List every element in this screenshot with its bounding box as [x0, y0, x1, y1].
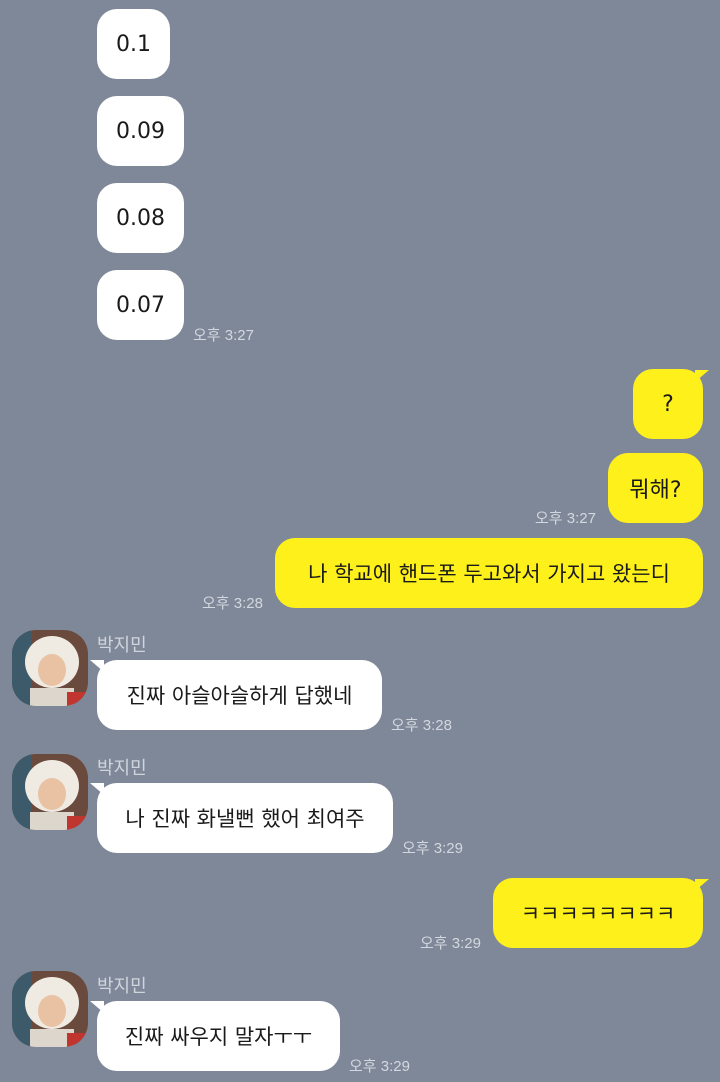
avatar-image — [12, 754, 88, 830]
message-bubble-incoming[interactable]: 0.07 — [97, 270, 184, 340]
message-bubble-incoming[interactable]: 0.1 — [97, 9, 170, 79]
message-text: 0.07 — [116, 292, 165, 318]
sender-name: 박지민 — [97, 635, 147, 656]
message-bubble-incoming[interactable]: 0.08 — [97, 183, 184, 253]
message-text: 뭐해? — [629, 478, 682, 503]
timestamp: 오후 3:29 — [402, 840, 463, 857]
message-bubble-outgoing[interactable]: ? — [633, 369, 703, 439]
message-text: 진짜 아슬아슬하게 답했네 — [126, 684, 353, 708]
avatar-image — [12, 971, 88, 1047]
message-text: 0.1 — [116, 31, 151, 57]
message-bubble-incoming[interactable]: 진짜 아슬아슬하게 답했네 — [97, 660, 382, 730]
message-bubble-incoming[interactable]: 나 진짜 화낼뻔 했어 최여주 — [97, 783, 393, 853]
sender-name: 박지민 — [97, 976, 147, 997]
message-bubble-outgoing[interactable]: 뭐해? — [608, 453, 703, 523]
message-text: 0.08 — [116, 205, 165, 231]
bubble-tail — [695, 370, 709, 382]
message-text: 진짜 싸우지 말자ㅜㅜ — [124, 1025, 313, 1049]
bubble-tail — [695, 879, 709, 891]
timestamp: 오후 3:28 — [202, 595, 263, 612]
message-bubble-outgoing[interactable]: ㅋㅋㅋㅋㅋㅋㅋㅋ — [493, 878, 703, 948]
message-text: ㅋㅋㅋㅋㅋㅋㅋㅋ — [520, 902, 676, 926]
message-bubble-outgoing[interactable]: 나 학교에 핸드폰 두고와서 가지고 왔는디 — [275, 538, 703, 608]
timestamp: 오후 3:29 — [420, 935, 481, 952]
message-bubble-incoming[interactable]: 진짜 싸우지 말자ㅜㅜ — [97, 1001, 340, 1071]
message-text: 나 학교에 핸드폰 두고와서 가지고 왔는디 — [308, 562, 670, 586]
avatar[interactable] — [12, 971, 88, 1047]
message-text: 나 진짜 화낼뻔 했어 최여주 — [125, 807, 365, 831]
sender-name: 박지민 — [97, 758, 147, 779]
avatar-image — [12, 630, 88, 706]
timestamp: 오후 3:28 — [391, 717, 452, 734]
avatar[interactable] — [12, 630, 88, 706]
timestamp: 오후 3:29 — [349, 1058, 410, 1075]
message-text: 0.09 — [116, 118, 165, 144]
message-bubble-incoming[interactable]: 0.09 — [97, 96, 184, 166]
timestamp: 오후 3:27 — [535, 510, 596, 527]
message-text: ? — [662, 391, 674, 417]
timestamp: 오후 3:27 — [193, 327, 254, 344]
avatar[interactable] — [12, 754, 88, 830]
